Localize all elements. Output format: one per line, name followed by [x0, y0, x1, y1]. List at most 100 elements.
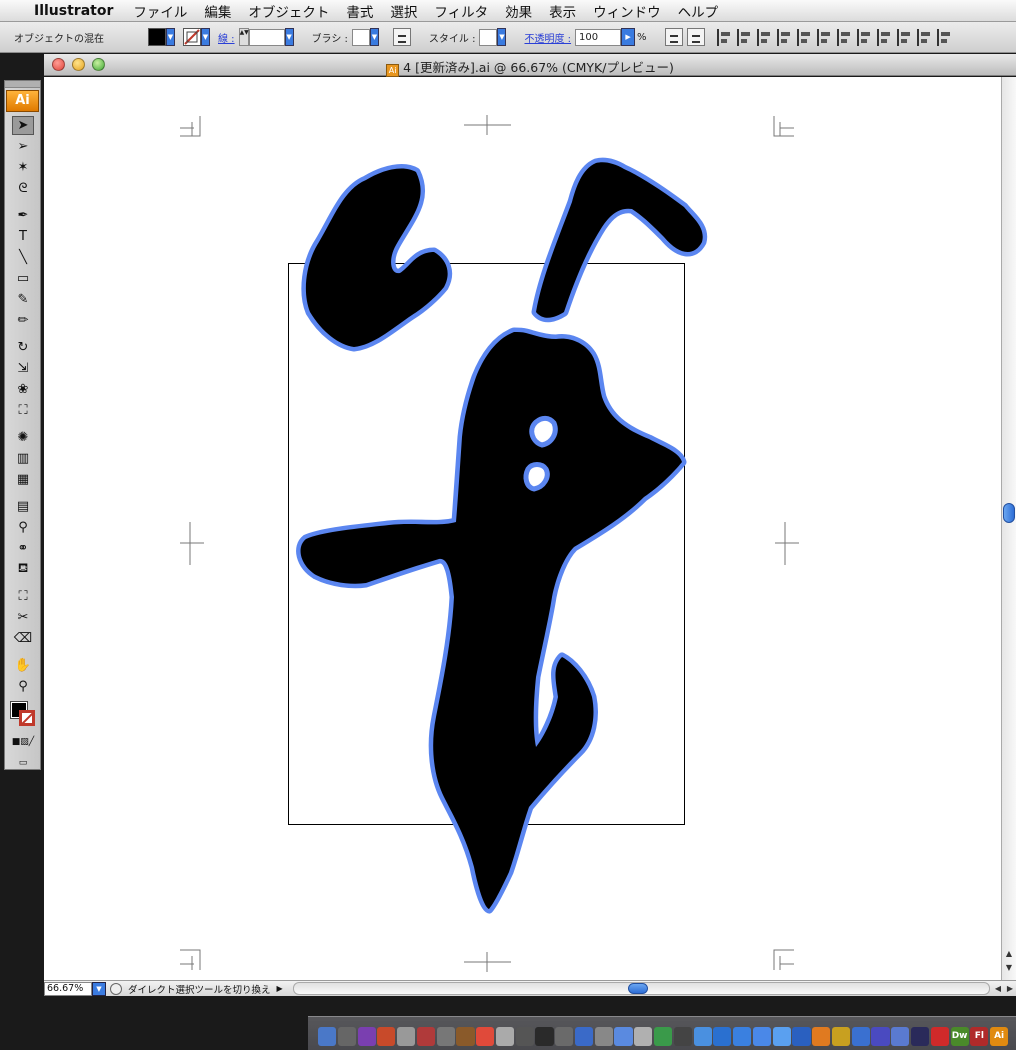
- column-graph-tool[interactable]: ▥: [12, 449, 34, 468]
- dock-app-icon[interactable]: [495, 1027, 515, 1046]
- vertical-scrollbar[interactable]: ▲ ▼: [1001, 77, 1016, 980]
- screen-mode-icon[interactable]: ▭: [12, 753, 34, 772]
- opacity-link[interactable]: 不透明度 :: [524, 30, 571, 45]
- dock-app-icon[interactable]: [456, 1027, 475, 1046]
- selection-tool[interactable]: ➤: [12, 116, 34, 135]
- align-center-icon[interactable]: [736, 28, 754, 46]
- distribute-left-icon[interactable]: [896, 28, 914, 46]
- mesh-tool[interactable]: ▦: [12, 470, 34, 489]
- eyedropper-tool[interactable]: ⚲: [12, 518, 34, 537]
- stroke-dropdown-icon[interactable]: ▼: [201, 28, 210, 46]
- align-middle-icon[interactable]: [796, 28, 814, 46]
- magic-wand-tool[interactable]: ✶: [12, 158, 34, 177]
- stroke-color-icon[interactable]: [19, 710, 35, 726]
- tools-panel-grip[interactable]: [5, 81, 40, 88]
- pen-tool[interactable]: ✒: [12, 206, 34, 225]
- eraser-tool[interactable]: ⌫: [12, 629, 34, 648]
- style-dropdown-icon[interactable]: ▼: [497, 28, 507, 46]
- scroll-left-icon[interactable]: ◀: [992, 984, 1004, 993]
- menu-window[interactable]: ウィンドウ: [593, 1, 661, 21]
- scroll-up-icon[interactable]: ▲: [1003, 949, 1015, 961]
- menu-filter[interactable]: フィルタ: [434, 1, 488, 21]
- dock-app-icon[interactable]: [772, 1027, 791, 1046]
- symbol-sprayer-tool[interactable]: ✺: [12, 428, 34, 447]
- dock-flash-icon[interactable]: Fl: [970, 1027, 989, 1046]
- menu-file[interactable]: ファイル: [133, 1, 187, 21]
- rectangle-tool[interactable]: ▭: [12, 269, 34, 288]
- stroke-swatch[interactable]: [183, 28, 201, 46]
- menu-select[interactable]: 選択: [390, 1, 417, 21]
- distribute-bottom-icon[interactable]: [876, 28, 894, 46]
- options-icon[interactable]: [392, 28, 411, 46]
- hand-tool[interactable]: ✋: [12, 656, 34, 675]
- stroke-weight-stepper[interactable]: ▲▼: [238, 28, 249, 46]
- dock-app-icon[interactable]: [594, 1027, 613, 1046]
- lasso-tool[interactable]: ᘓ: [12, 179, 34, 198]
- dock-app-icon[interactable]: [910, 1027, 930, 1046]
- blend-tool[interactable]: ⚭: [12, 539, 34, 558]
- pencil-tool[interactable]: ✏: [12, 311, 34, 330]
- rotate-tool[interactable]: ↻: [12, 338, 34, 357]
- dock-app-icon[interactable]: [831, 1027, 851, 1046]
- stroke-weight-dropdown-icon[interactable]: ▼: [284, 28, 294, 46]
- menu-object[interactable]: オブジェクト: [248, 1, 329, 21]
- scroll-down-icon[interactable]: ▼: [1003, 963, 1015, 975]
- menu-effect[interactable]: 効果: [505, 1, 532, 21]
- dock-app-icon[interactable]: [891, 1027, 910, 1046]
- direct-selection-tool[interactable]: ➢: [12, 137, 34, 156]
- dock-app-icon[interactable]: [871, 1027, 890, 1046]
- dock-dashboard-icon[interactable]: [337, 1027, 356, 1046]
- style-field[interactable]: [479, 28, 498, 46]
- brush-dropdown-icon[interactable]: ▼: [369, 28, 379, 46]
- zoom-level-input[interactable]: 66.67%: [44, 981, 92, 996]
- dock-app-icon[interactable]: [436, 1027, 455, 1046]
- dock-calendar-icon[interactable]: [476, 1027, 495, 1046]
- slice-tool[interactable]: ✂: [12, 608, 34, 627]
- dock-app-icon[interactable]: [851, 1027, 870, 1046]
- gradient-tool[interactable]: ▤: [12, 497, 34, 516]
- distribute-top-icon[interactable]: [836, 28, 854, 46]
- distribute-middle-icon[interactable]: [856, 28, 874, 46]
- ai-logo-icon[interactable]: Ai: [6, 90, 39, 112]
- fill-stroke-indicator[interactable]: [10, 701, 41, 730]
- opacity-dropdown-icon[interactable]: ▶: [621, 28, 636, 46]
- horizontal-scrollbar[interactable]: [292, 982, 990, 995]
- menu-edit[interactable]: 編集: [204, 1, 231, 21]
- align-left-icon[interactable]: [716, 28, 734, 46]
- align-bottom-icon[interactable]: [816, 28, 834, 46]
- dock-app-icon[interactable]: [693, 1027, 712, 1046]
- dock-app-icon[interactable]: [515, 1027, 534, 1046]
- zoom-tool[interactable]: ⚲: [12, 677, 34, 696]
- stroke-weight-link[interactable]: 線 :: [218, 30, 235, 45]
- warp-tool[interactable]: ❀: [12, 380, 34, 399]
- live-paint-selection-tool[interactable]: ⛶: [12, 587, 34, 606]
- dock-firefox-icon[interactable]: [812, 1027, 831, 1046]
- zoom-dropdown-icon[interactable]: ▼: [92, 981, 106, 996]
- dock-app-icon[interactable]: [574, 1027, 594, 1046]
- fill-dropdown-icon[interactable]: ▼: [166, 28, 175, 46]
- select-similar-icon[interactable]: [664, 28, 683, 46]
- scroll-right-icon[interactable]: ▶: [1004, 984, 1016, 993]
- menu-type[interactable]: 書式: [346, 1, 373, 21]
- dock-app-icon[interactable]: [555, 1027, 574, 1046]
- menu-help[interactable]: ヘルプ: [678, 1, 719, 21]
- menu-view[interactable]: 表示: [549, 1, 576, 21]
- dock-app-icon[interactable]: [614, 1027, 633, 1046]
- stroke-weight-input[interactable]: [248, 28, 285, 46]
- dock-app-icon[interactable]: [673, 1027, 692, 1046]
- scale-tool[interactable]: ⇲: [12, 359, 34, 378]
- live-paint-bucket-tool[interactable]: ⛾: [12, 560, 34, 579]
- align-top-icon[interactable]: [776, 28, 794, 46]
- dock-app-icon[interactable]: [397, 1027, 416, 1046]
- opacity-input[interactable]: 100: [575, 28, 622, 46]
- fill-swatch[interactable]: [148, 28, 166, 46]
- dock-app-icon[interactable]: [733, 1027, 752, 1046]
- free-transform-tool[interactable]: ⛶: [12, 401, 34, 420]
- app-menu[interactable]: Illustrator: [34, 3, 113, 19]
- dock-terminal-icon[interactable]: [535, 1027, 554, 1046]
- artboard-canvas[interactable]: [44, 77, 1001, 980]
- vertical-scroll-thumb[interactable]: [1003, 503, 1015, 523]
- dock-finder-icon[interactable]: [318, 1027, 337, 1046]
- dock-app-icon[interactable]: [357, 1027, 376, 1046]
- dock-app-icon[interactable]: [377, 1027, 396, 1046]
